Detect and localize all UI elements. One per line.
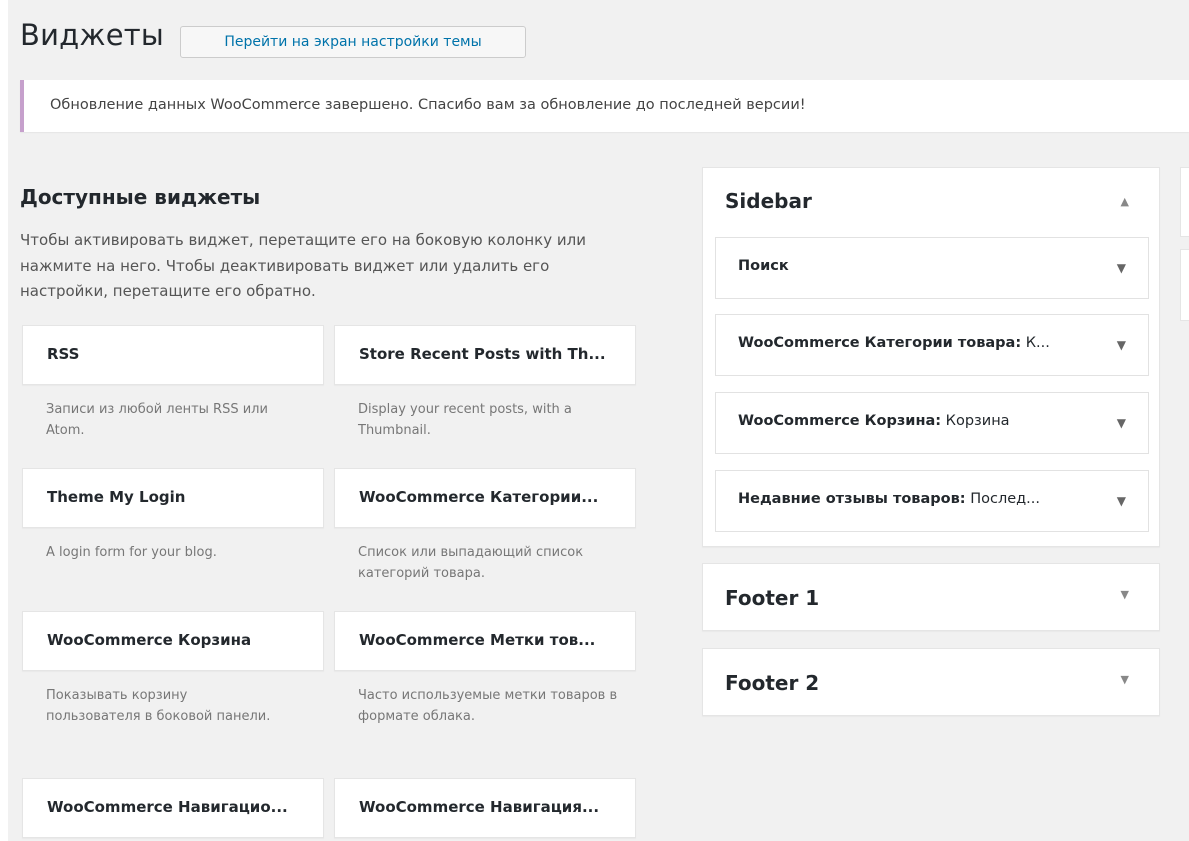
widget-area-partial[interactable] [1180,167,1189,237]
widget-title: WooCommerce Корзина [47,631,252,649]
widget-area-title: Footer 2 [725,671,820,695]
arrow-down-icon[interactable]: ▼ [1121,588,1129,601]
arrow-down-icon[interactable]: ▼ [1121,673,1129,686]
sidebar-widget-cart[interactable]: WooCommerce Корзина: Корзина ▼ [715,392,1149,454]
widget-title: WooCommerce Навигацио... [47,798,288,816]
widget-woocommerce-cart[interactable]: WooCommerce Корзина [22,611,324,671]
notice-text: Обновление данных WooCommerce завершено.… [50,97,806,113]
arrow-up-icon[interactable]: ▲ [1121,195,1129,208]
widget-woocommerce-categories[interactable]: WooCommerce Категории... [334,468,636,528]
widget-description: Display your recent posts, with a Thumbn… [358,402,572,438]
widget-area-partial[interactable] [1180,249,1189,321]
widget-instance-title: Послед... [965,491,1040,507]
widget-area-sidebar[interactable]: Sidebar ▲ Поиск ▼ WooCommerce Категории … [702,167,1160,547]
widget-description: Часто используемые метки товаров в форма… [358,688,618,724]
arrow-down-icon[interactable]: ▼ [1117,261,1126,275]
widget-woocommerce-layered-nav[interactable]: WooCommerce Навигацио... [22,778,324,838]
arrow-down-icon[interactable]: ▼ [1117,494,1126,508]
widget-description: Список или выпадающий список категорий т… [358,545,584,581]
sidebar-widget-search[interactable]: Поиск ▼ [715,237,1149,299]
widget-name: Недавние отзывы товаров: [738,491,966,507]
widget-store-recent-posts[interactable]: Store Recent Posts with Th... [334,325,636,385]
widget-title: WooCommerce Метки тов... [359,631,596,649]
customize-theme-button[interactable]: Перейти на экран настройки темы [180,26,526,58]
widget-name: Поиск [738,258,789,274]
widget-area-footer-2[interactable]: Footer 2 ▼ [702,648,1160,716]
widget-name: WooCommerce Корзина: [738,413,942,429]
widget-title: Theme My Login [47,488,186,506]
update-notice: Обновление данных WooCommerce завершено.… [20,80,1189,132]
widget-area-footer-1[interactable]: Footer 1 ▼ [702,563,1160,631]
widget-title: Store Recent Posts with Th... [359,345,606,363]
widget-instance-title: Корзина [941,413,1010,429]
sidebar-widget-recent-reviews[interactable]: Недавние отзывы товаров: Послед... ▼ [715,470,1149,532]
widget-woocommerce-tags[interactable]: WooCommerce Метки тов... [334,611,636,671]
widget-name: WooCommerce Категории товара: [738,335,1022,351]
widget-woocommerce-nav-filters[interactable]: WooCommerce Навигация... [334,778,636,838]
admin-menu-edge [0,0,8,841]
widget-title: WooCommerce Категории... [359,488,599,506]
widget-description: Показывать корзину пользователя в боково… [46,688,271,724]
arrow-down-icon[interactable]: ▼ [1117,416,1126,430]
widget-area-title: Sidebar [725,189,812,213]
widget-title: RSS [47,345,80,363]
widget-description: A login form for your blog. [46,545,217,560]
arrow-down-icon[interactable]: ▼ [1117,338,1126,352]
widget-title: WooCommerce Навигация... [359,798,600,816]
widget-theme-my-login[interactable]: Theme My Login [22,468,324,528]
available-widgets-title: Доступные виджеты [20,185,261,209]
widget-instance-title: К... [1021,335,1050,351]
sidebar-widget-product-categories[interactable]: WooCommerce Категории товара: К... ▼ [715,314,1149,376]
widget-area-title: Footer 1 [725,586,820,610]
available-widgets-description: Чтобы активировать виджет, перетащите ег… [20,231,586,300]
page-title: Виджеты [20,18,164,52]
widget-description: Записи из любой ленты RSS или Atom. [46,402,268,438]
widget-rss[interactable]: RSS [22,325,324,385]
